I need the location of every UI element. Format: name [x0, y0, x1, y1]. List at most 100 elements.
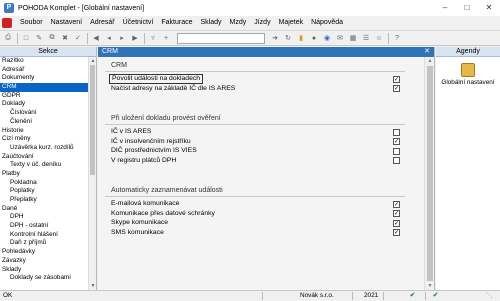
setting-row: Načíst adresy na základě IČ dle IS ARES ✓ [105, 84, 405, 94]
sidebar-item-poplatky[interactable]: Poplatky [0, 187, 96, 196]
scroll-thumb[interactable] [90, 65, 95, 175]
last-record-icon[interactable]: ▶ [129, 32, 141, 44]
menu-bar: Soubor Nastavení Adresář Účetnictví Fakt… [0, 16, 500, 30]
menu-napoveda[interactable]: Nápověda [307, 16, 347, 30]
sidebar-item-texty-v-den-ku[interactable]: Texty v úč. deníku [0, 161, 96, 170]
sidebar-item-crm[interactable]: CRM [0, 83, 96, 92]
sidebar-item-uz-v-rka-kurz-rozd-l[interactable]: Uzávěrka kurz. rozdílů [0, 144, 96, 153]
sidebar-item-doklady-se-z-sobami[interactable]: Doklady se zásobami [0, 274, 96, 283]
next-record-icon[interactable]: ▸ [116, 32, 128, 44]
content-header-title: CRM [102, 48, 118, 55]
folder-icon[interactable]: ▮ [295, 32, 307, 44]
scroll-down-icon[interactable]: ▼ [425, 282, 435, 290]
refresh-icon[interactable]: ↻ [282, 32, 294, 44]
checkbox-checked[interactable]: ✓ [393, 210, 400, 217]
setting-label: IČ v insolvenčním rejstříku [111, 137, 191, 145]
checkbox-unchecked[interactable] [393, 147, 400, 155]
help-icon[interactable]: ? [391, 32, 403, 44]
save-record-icon[interactable]: ✓ [72, 32, 84, 44]
user-icon[interactable]: ☺ [373, 32, 385, 44]
sidebar-item-p-eplatky[interactable]: Přeplatky [0, 196, 96, 205]
scroll-down-icon[interactable]: ▼ [89, 282, 96, 290]
setting-label: Načíst adresy na základě IČ dle IS ARES [111, 84, 236, 92]
content-scrollbar[interactable]: ▲ ▼ [424, 57, 434, 290]
sidebar-item-pohled-vky[interactable]: Pohledávky [0, 248, 96, 257]
checkbox-checked[interactable]: ✓ [393, 229, 400, 236]
setting-row: Povolit události na dokladech ✓ [105, 74, 405, 84]
sidebar-item-historie[interactable]: Historie [0, 127, 96, 136]
status-text: OK [3, 292, 13, 299]
barcode-icon[interactable]: ☰ [360, 32, 372, 44]
tools-icon[interactable]: ● [308, 32, 320, 44]
checkbox-checked[interactable]: ✓ [393, 219, 400, 227]
sidebar-item-dan[interactable]: Daně [0, 205, 96, 214]
scroll-up-icon[interactable]: ▲ [89, 57, 96, 65]
copy-record-icon[interactable]: ⧉ [46, 32, 58, 44]
content-header: CRM ✕ [98, 47, 434, 57]
menu-nastaveni[interactable]: Nastavení [47, 16, 87, 30]
sidebar-item-za-tov-n[interactable]: Zaúčtování [0, 153, 96, 162]
menu-fakturace[interactable]: Fakturace [157, 16, 196, 30]
checkbox-checked[interactable]: ✓ [393, 75, 400, 83]
checkbox-unchecked[interactable] [393, 128, 400, 136]
menu-majetek[interactable]: Majetek [275, 16, 308, 30]
forward-icon[interactable]: ➜ [269, 32, 281, 44]
sidebar-item-platby[interactable]: Platby [0, 170, 96, 179]
menu-mzdy[interactable]: Mzdy [226, 16, 251, 30]
group-title: CRM [111, 62, 127, 69]
scroll-up-icon[interactable]: ▲ [425, 57, 435, 65]
maximize-icon[interactable]: □ [456, 0, 478, 16]
sidebar-item-doklady[interactable]: Doklady [0, 100, 96, 109]
setting-row: DIČ prostřednictvím IS VIES [105, 146, 405, 156]
menu-ucetnictvi[interactable]: Účetnictví [119, 16, 158, 30]
checkbox-checked[interactable]: ✓ [393, 85, 400, 92]
close-panel-icon[interactable]: ✕ [422, 47, 432, 57]
sidebar-item-da-z-p-jm[interactable]: Daň z příjmů [0, 239, 96, 248]
minimize-icon[interactable]: – [434, 0, 456, 16]
menu-soubor[interactable]: Soubor [16, 16, 47, 30]
status-separator [383, 292, 384, 300]
scroll-thumb[interactable] [427, 66, 433, 281]
checkbox-checked[interactable]: ✓ [393, 138, 400, 145]
edit-record-icon[interactable]: ✎ [33, 32, 45, 44]
resize-grip-icon[interactable]: ⋱ [486, 291, 492, 301]
chart-icon[interactable]: ▦ [347, 32, 359, 44]
setting-row: V registru plátců DPH [105, 156, 405, 166]
checkbox-unchecked[interactable] [393, 157, 400, 164]
menu-adresar[interactable]: Adresář [86, 16, 119, 30]
globe-icon[interactable]: ◉ [321, 32, 333, 44]
sidebar-item-sklady[interactable]: Sklady [0, 266, 96, 275]
sidebar-item-adres[interactable]: Adresář [0, 66, 96, 75]
settings-form: CRM Povolit události na dokladech ✓ Načíst … [98, 57, 434, 290]
menu-sklady[interactable]: Sklady [196, 16, 225, 30]
app-menu-icon[interactable] [2, 18, 12, 28]
close-icon[interactable]: ✕ [478, 0, 500, 16]
print-icon[interactable]: ⎙ [2, 32, 14, 44]
sidebar-item-z-vazky[interactable]: Závazky [0, 257, 96, 266]
sections-scrollbar[interactable]: ▲ ▼ [88, 57, 96, 290]
sidebar-item-dph-ostatn[interactable]: DPH - ostatní [0, 222, 96, 231]
filter-icon[interactable]: ▿ [147, 32, 159, 44]
sidebar-item-dokumenty[interactable]: Dokumenty [0, 74, 96, 83]
sections-panel: Sekce Razítko Adresář Dokumenty CRM GDPR Dokl… [0, 47, 97, 290]
menu-jizdy[interactable]: Jízdy [250, 16, 274, 30]
sidebar-item-raz-tko[interactable]: Razítko [0, 57, 96, 66]
toolbar-separator [17, 32, 18, 44]
mail-icon[interactable]: ✉ [334, 32, 346, 44]
previous-record-icon[interactable]: ◂ [103, 32, 115, 44]
agenda-global-settings[interactable]: Globální nastavení [436, 57, 500, 86]
settings-group: CRM Povolit události na dokladech ✓ Načíst … [105, 61, 405, 93]
sidebar-item-ciz-m-ny[interactable]: Cizí měny [0, 135, 96, 144]
sidebar-item-dph[interactable]: DPH [0, 213, 96, 222]
sidebar-item-slov-n[interactable]: Číslování [0, 109, 96, 118]
quick-search-combo[interactable] [177, 32, 265, 44]
add-icon[interactable]: + [160, 32, 172, 44]
checkbox-checked[interactable]: ✓ [393, 200, 400, 208]
sidebar-item-len-n[interactable]: Členění [0, 118, 96, 127]
sidebar-item-pokladna[interactable]: Pokladna [0, 179, 96, 188]
first-record-icon[interactable]: ◀ [90, 32, 102, 44]
sidebar-item-gdpr[interactable]: GDPR [0, 92, 96, 101]
delete-record-icon[interactable]: ✖ [59, 32, 71, 44]
settings-group: Při uložení dokladu provést ověření IČ v … [105, 114, 405, 165]
new-record-icon[interactable]: □ [20, 32, 32, 44]
